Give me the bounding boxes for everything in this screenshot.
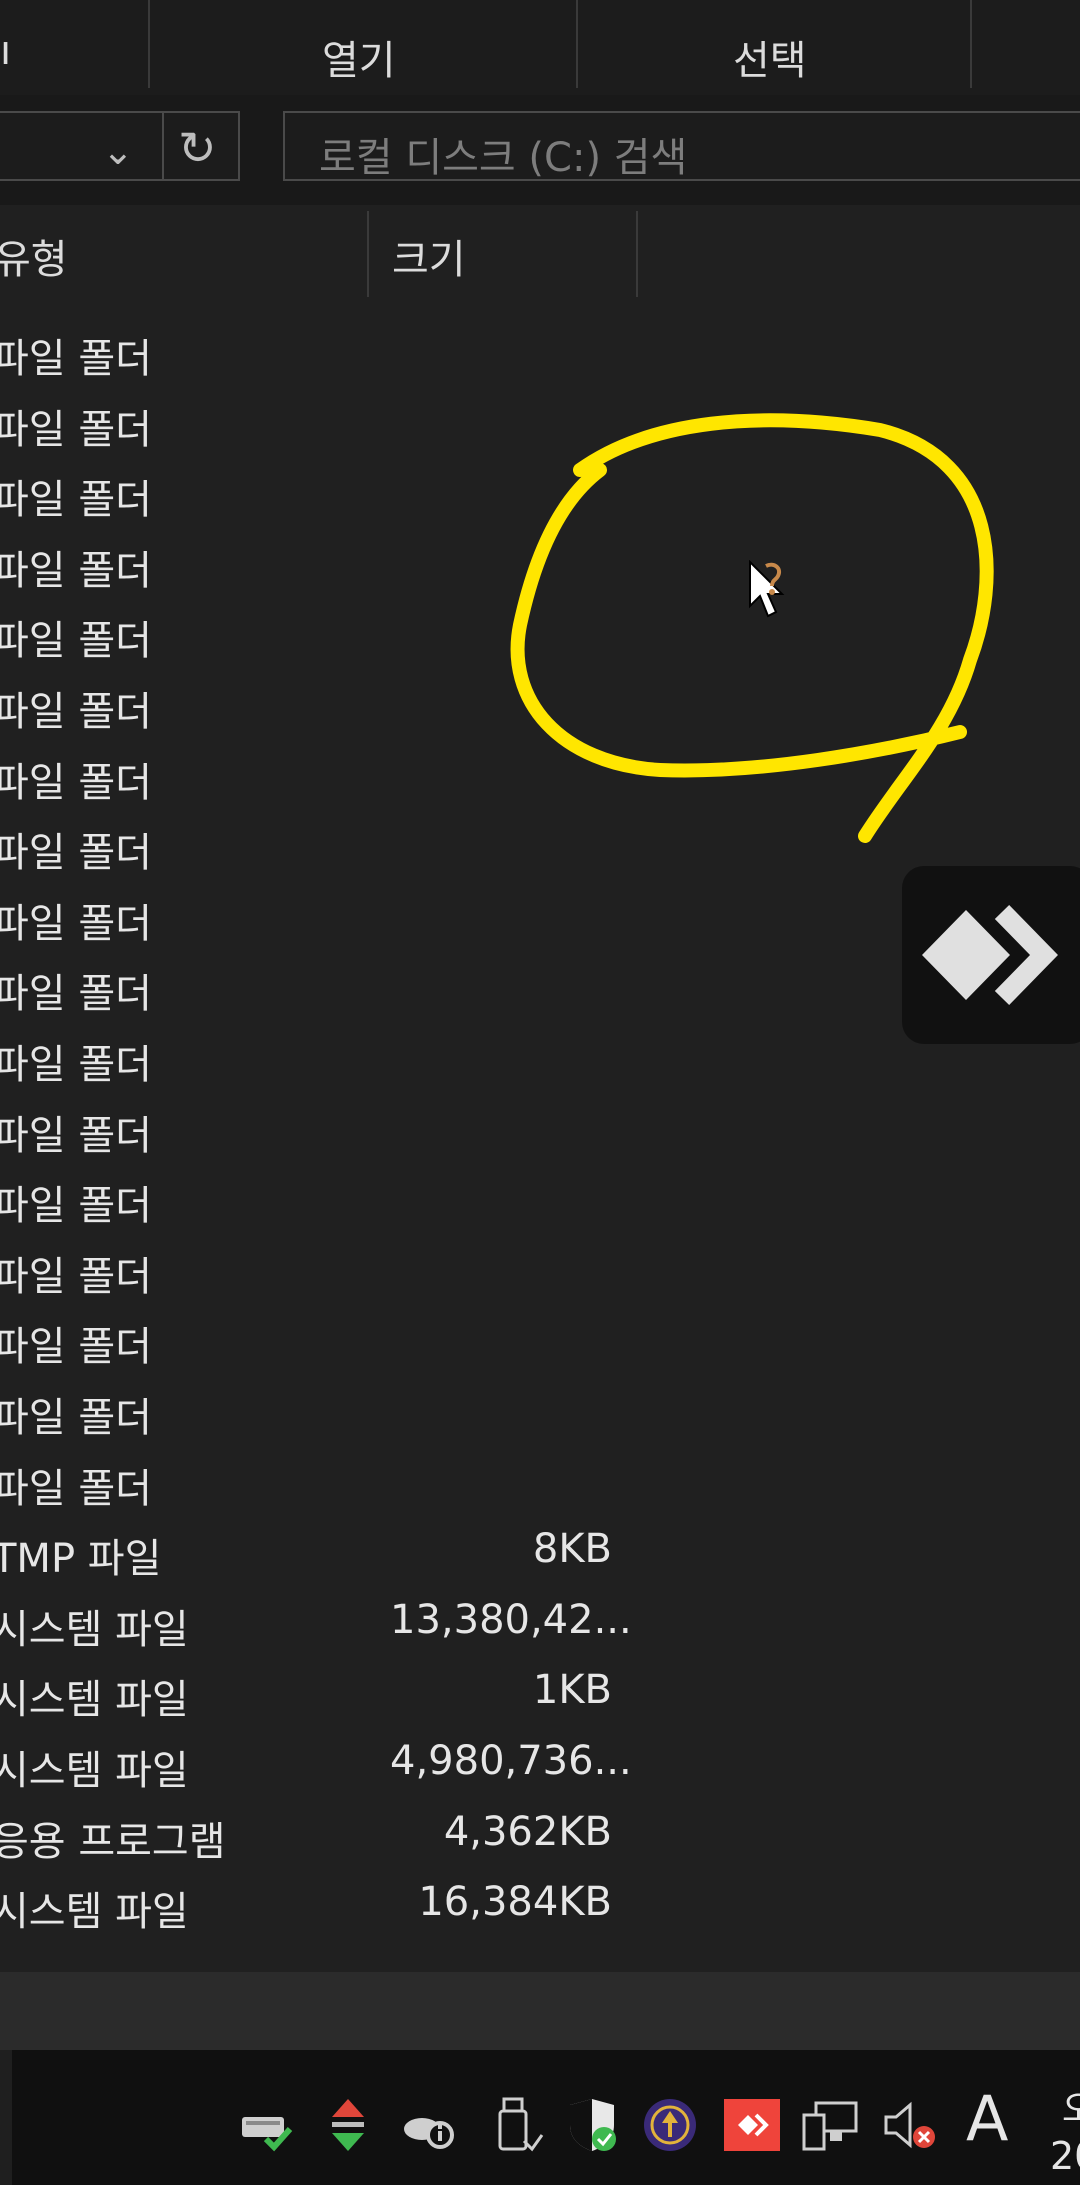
ribbon-group-label-partial: ı xyxy=(0,28,12,74)
file-list-row[interactable]: 파일 폴더 xyxy=(0,1238,1080,1308)
file-size-cell: 16,384KB xyxy=(418,1879,612,1925)
file-type-cell: 파일 폴더 xyxy=(0,336,152,382)
file-type-cell: 파일 폴더 xyxy=(0,689,152,735)
anydesk-floating-panel[interactable] xyxy=(902,866,1080,1044)
column-header-size[interactable]: 크기 xyxy=(392,227,466,285)
file-list-row[interactable]: 응용 프로그램 4,362KB xyxy=(0,1803,1080,1873)
file-size-cell: 8KB xyxy=(532,1526,612,1572)
ribbon-group-select[interactable]: 선택 xyxy=(733,28,807,86)
column-header-type[interactable]: 유형 xyxy=(0,227,68,285)
column-header-row: 유형 크기 xyxy=(0,205,1080,297)
file-size-cell: 4,362KB xyxy=(443,1809,612,1855)
cloud-info-icon[interactable] xyxy=(398,2095,458,2155)
file-list-row[interactable]: 파일 폴더 xyxy=(0,1379,1080,1449)
speaker-muted-icon[interactable] xyxy=(880,2095,940,2155)
file-type-cell: 파일 폴더 xyxy=(0,548,152,594)
file-list-row[interactable]: 파일 폴더 xyxy=(0,602,1080,672)
file-type-cell: 시스템 파일 xyxy=(0,1748,189,1794)
refresh-icon[interactable]: ↻ xyxy=(178,121,217,175)
clock-partial-bottom[interactable]: 20 xyxy=(1050,2134,1080,2178)
taskbar: A 오 20 xyxy=(0,2050,1080,2185)
file-size-cell: 1KB xyxy=(532,1667,612,1713)
column-divider[interactable] xyxy=(636,211,638,297)
file-type-cell: 파일 폴더 xyxy=(0,1395,152,1441)
file-type-cell: 파일 폴더 xyxy=(0,1113,152,1159)
address-history-chevron-icon[interactable]: ⌄ xyxy=(102,129,134,173)
security-shield-icon[interactable] xyxy=(562,2095,622,2155)
file-list-row[interactable]: 파일 폴더 xyxy=(0,744,1080,814)
file-type-cell: 파일 폴더 xyxy=(0,1042,152,1088)
file-size-cell: 13,380,42... xyxy=(390,1597,632,1643)
file-list-row[interactable]: 시스템 파일 4,980,736... xyxy=(0,1732,1080,1802)
file-list-row[interactable]: 파일 폴더 xyxy=(0,461,1080,531)
file-list-row[interactable]: 파일 폴더 xyxy=(0,1097,1080,1167)
file-list-row[interactable]: 파일 폴더 xyxy=(0,320,1080,390)
file-type-cell: 파일 폴더 xyxy=(0,477,152,523)
file-list-row[interactable]: 파일 폴더 xyxy=(0,673,1080,743)
search-input[interactable]: 로컬 디스크 (C:) 검색 xyxy=(283,111,1080,181)
ribbon-divider xyxy=(970,0,972,88)
file-type-cell: 시스템 파일 xyxy=(0,1677,189,1723)
anydesk-icon xyxy=(922,905,1058,1005)
file-list-row[interactable]: 시스템 파일 16,384KB xyxy=(0,1873,1080,1943)
navigation-bar: ⌄ ↻ 로컬 디스크 (C:) 검색 xyxy=(0,95,1080,205)
file-list-row[interactable]: 파일 폴더 xyxy=(0,1308,1080,1378)
file-list-row[interactable]: 시스템 파일 13,380,42... xyxy=(0,1591,1080,1661)
file-type-cell: 파일 폴더 xyxy=(0,1183,152,1229)
search-placeholder: 로컬 디스크 (C:) 검색 xyxy=(319,135,688,181)
file-type-cell: 파일 폴더 xyxy=(0,1324,152,1370)
file-list-row[interactable]: 파일 폴더 xyxy=(0,1167,1080,1237)
file-type-cell: 파일 폴더 xyxy=(0,971,152,1017)
file-type-cell: 파일 폴더 xyxy=(0,760,152,806)
file-type-cell: 파일 폴더 xyxy=(0,407,152,453)
file-list-row[interactable]: 시스템 파일 1KB xyxy=(0,1661,1080,1731)
file-list-row[interactable]: 파일 폴더 xyxy=(0,532,1080,602)
file-type-cell: 파일 폴더 xyxy=(0,901,152,947)
file-list-row[interactable]: 파일 폴더 xyxy=(0,391,1080,461)
file-type-cell: 시스템 파일 xyxy=(0,1889,189,1935)
address-divider xyxy=(162,113,164,179)
file-list-row[interactable]: TMP 파일 8KB xyxy=(0,1520,1080,1590)
file-type-cell: 시스템 파일 xyxy=(0,1607,189,1653)
file-type-cell: 응용 프로그램 xyxy=(0,1819,226,1865)
network-monitor-icon[interactable] xyxy=(800,2095,860,2155)
file-type-cell: 파일 폴더 xyxy=(0,618,152,664)
anydesk-tray-icon[interactable] xyxy=(722,2095,782,2155)
ribbon-toolbar: ı 열기 선택 xyxy=(0,0,1080,96)
mouse-cursor-icon xyxy=(749,560,785,618)
column-divider[interactable] xyxy=(367,211,369,297)
file-type-cell: 파일 폴더 xyxy=(0,1466,152,1512)
update-circle-icon[interactable] xyxy=(640,2095,700,2155)
ribbon-divider xyxy=(576,0,578,88)
usb-device-icon[interactable] xyxy=(486,2095,546,2155)
network-drive-check-icon[interactable] xyxy=(236,2095,296,2155)
status-bar xyxy=(0,1972,1080,2050)
input-method-indicator[interactable]: A xyxy=(966,2082,1008,2155)
address-bar[interactable]: ⌄ ↻ xyxy=(0,111,240,181)
file-list-row[interactable]: 파일 폴더 xyxy=(0,1450,1080,1520)
taskbar-edge xyxy=(0,2050,12,2185)
up-down-arrows-icon[interactable] xyxy=(318,2095,378,2155)
file-size-cell: 4,980,736... xyxy=(390,1738,632,1784)
ribbon-group-open[interactable]: 열기 xyxy=(322,28,396,86)
file-type-cell: 파일 폴더 xyxy=(0,1254,152,1300)
file-type-cell: 파일 폴더 xyxy=(0,830,152,876)
file-type-cell: TMP 파일 xyxy=(0,1536,162,1582)
ribbon-divider xyxy=(148,0,150,88)
clock-partial-top[interactable]: 오 xyxy=(1062,2080,1080,2132)
